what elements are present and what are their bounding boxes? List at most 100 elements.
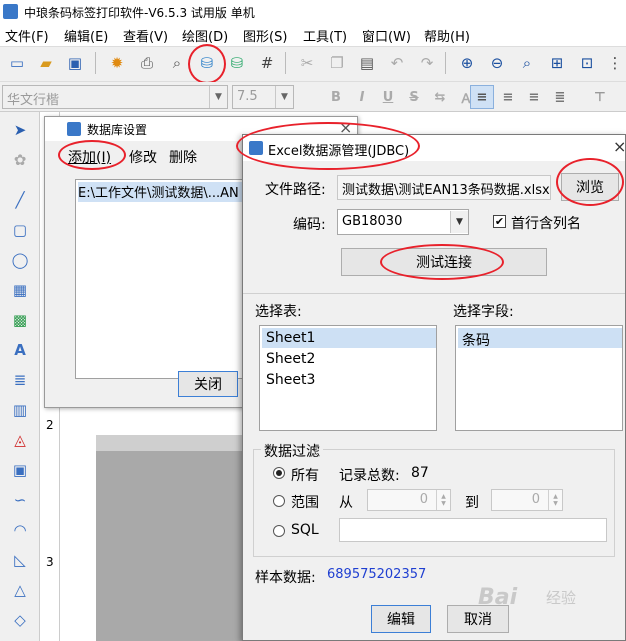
window-title: 中琅条码标签打印软件-V6.5.3 试用版 单机	[24, 6, 255, 20]
list-item-sheet1[interactable]: Sheet1	[262, 328, 436, 348]
strikethrough-icon[interactable]: S	[404, 87, 424, 107]
menu-help[interactable]: 帮助(H)	[424, 26, 470, 45]
encoding-select[interactable]: GB18030 ▼	[337, 209, 469, 235]
redo-icon[interactable]: ↷	[416, 52, 438, 74]
range-to-label: 到	[465, 495, 479, 511]
close-icon[interactable]: ×	[613, 137, 626, 156]
list-item-sheet3[interactable]: Sheet3	[262, 370, 436, 390]
highlight-ring-test-connection	[380, 244, 504, 280]
font-size-combo[interactable]: 7.5 ▼	[232, 85, 294, 109]
sql-input[interactable]	[339, 518, 607, 542]
delete-menu-item[interactable]: 删除	[169, 147, 197, 167]
font-name-combo[interactable]: 华文行楷 ▼	[2, 85, 228, 109]
more-tools-icon[interactable]: ⋮	[604, 52, 626, 74]
file-path-label: 文件路径:	[265, 182, 326, 198]
image-tool-icon[interactable]: ▦	[8, 278, 32, 302]
menu-draw[interactable]: 绘图(D)	[182, 26, 228, 45]
paste-icon[interactable]: ▤	[356, 52, 378, 74]
barcode-tool-icon[interactable]: ▥	[8, 398, 32, 422]
edit-button[interactable]: 编辑	[371, 605, 431, 633]
list-item-sheet2[interactable]: Sheet2	[262, 349, 436, 369]
close-button[interactable]: 关闭	[178, 371, 238, 397]
total-records-label: 记录总数:	[339, 468, 400, 484]
align-right-icon[interactable]: ≡	[524, 87, 544, 107]
list-item-field[interactable]: 条码	[458, 328, 622, 349]
align-center-icon[interactable]: ≡	[498, 87, 518, 107]
range-from-stepper[interactable]: 0 ▲ ▼	[367, 489, 451, 511]
canvas-page-area	[96, 435, 246, 641]
pan-tool-icon[interactable]: ✿	[8, 148, 32, 172]
highlight-ring-db-icon	[188, 44, 226, 84]
triangle-shape-icon[interactable]: ◬	[8, 428, 32, 452]
fit-page-icon[interactable]: ⊞	[546, 52, 568, 74]
picture-tool-icon[interactable]: ▩	[8, 308, 32, 332]
menu-tools[interactable]: 工具(T)	[303, 26, 347, 45]
range-from-label: 从	[339, 495, 353, 511]
cut-icon[interactable]: ✂	[296, 52, 318, 74]
tables-list[interactable]: Sheet1 Sheet2 Sheet3	[259, 325, 437, 431]
line-tool-icon[interactable]: ╱	[8, 188, 32, 212]
font-name-value: 华文行楷	[7, 93, 60, 108]
ellipse-tool-icon[interactable]: ◯	[8, 248, 32, 272]
new-document-icon[interactable]: ▭	[6, 52, 28, 74]
diamond-tool-icon[interactable]: ◇	[8, 608, 32, 632]
chevron-down-icon: ▼	[450, 211, 468, 233]
zoom-out-icon[interactable]: ⊖	[486, 52, 508, 74]
filter-all-label: 所有	[291, 468, 319, 484]
menu-file[interactable]: 文件(F)	[5, 26, 49, 45]
menu-view[interactable]: 查看(V)	[123, 26, 168, 45]
rich-text-tool-icon[interactable]: ≣	[8, 368, 32, 392]
list-item[interactable]: E:\工作文件\测试数据\...AN	[78, 182, 258, 202]
qrcode-tool-icon[interactable]: ▣	[8, 458, 32, 482]
header-row-checkbox[interactable]: ✔	[493, 215, 506, 228]
italic-icon[interactable]: I	[352, 87, 372, 107]
range-from-value: 0	[419, 492, 428, 507]
actual-size-icon[interactable]: ⊡	[576, 52, 598, 74]
sample-data-label: 样本数据:	[255, 570, 316, 586]
underline-icon[interactable]: U	[378, 87, 398, 107]
settings-gear-icon[interactable]: ✹	[106, 52, 128, 74]
highlight-ring-dialog-title	[236, 122, 420, 170]
text-tool-icon[interactable]: A	[8, 338, 32, 362]
align-left-icon[interactable]: ≡	[470, 85, 494, 109]
ruler-label: 2	[46, 418, 54, 432]
header-row-label: 首行含列名	[511, 216, 581, 232]
menu-shape[interactable]: 图形(S)	[243, 26, 287, 45]
arc-tool-icon[interactable]: ◠	[8, 518, 32, 542]
polygon-tool-icon[interactable]: ◺	[8, 548, 32, 572]
copy-icon[interactable]: ❐	[326, 52, 348, 74]
zoom-in-icon[interactable]: ⊕	[456, 52, 478, 74]
save-icon[interactable]: ▣	[64, 52, 86, 74]
zoom-icon[interactable]: ⌕	[516, 52, 538, 74]
grid-icon[interactable]: #	[256, 52, 278, 74]
open-folder-icon[interactable]: ▰	[35, 52, 57, 74]
menu-edit[interactable]: 编辑(E)	[64, 26, 108, 45]
modify-menu-item[interactable]: 修改	[129, 147, 157, 167]
canvas-page-edge	[96, 435, 246, 451]
undo-icon[interactable]: ↶	[386, 52, 408, 74]
text-style-icon[interactable]: ⇆	[430, 87, 450, 107]
print-icon[interactable]: ⎙	[136, 52, 158, 74]
encoding-value: GB18030	[342, 214, 403, 229]
curve-tool-icon[interactable]: ∽	[8, 488, 32, 512]
toolbar-divider	[285, 52, 286, 74]
justify-icon[interactable]: ≣	[550, 87, 570, 107]
print-preview-icon[interactable]: ⌕	[166, 52, 188, 74]
rectangle-tool-icon[interactable]: ▢	[8, 218, 32, 242]
filter-all-radio[interactable]	[273, 467, 285, 479]
spinner-arrows-icon: ▲ ▼	[548, 490, 562, 510]
menu-window[interactable]: 窗口(W)	[362, 26, 411, 45]
range-to-stepper[interactable]: 0 ▲ ▼	[491, 489, 563, 511]
database-refresh-icon[interactable]: ⛁	[226, 52, 248, 74]
triangle-tool-icon[interactable]: △	[8, 578, 32, 602]
filter-sql-radio[interactable]	[273, 525, 285, 537]
bold-icon[interactable]: B	[326, 87, 346, 107]
layout-icon[interactable]: ⊤	[590, 87, 610, 107]
datasource-list[interactable]: E:\工作文件\测试数据\...AN	[75, 179, 261, 379]
fields-label: 选择字段:	[453, 304, 514, 320]
file-path-field[interactable]: 测试数据\测试EAN13条码数据.xlsx	[337, 175, 551, 200]
fields-list[interactable]: 条码	[455, 325, 623, 431]
filter-range-label: 范围	[291, 495, 319, 511]
filter-range-radio[interactable]	[273, 495, 285, 507]
select-pointer-icon[interactable]: ➤	[8, 118, 32, 142]
